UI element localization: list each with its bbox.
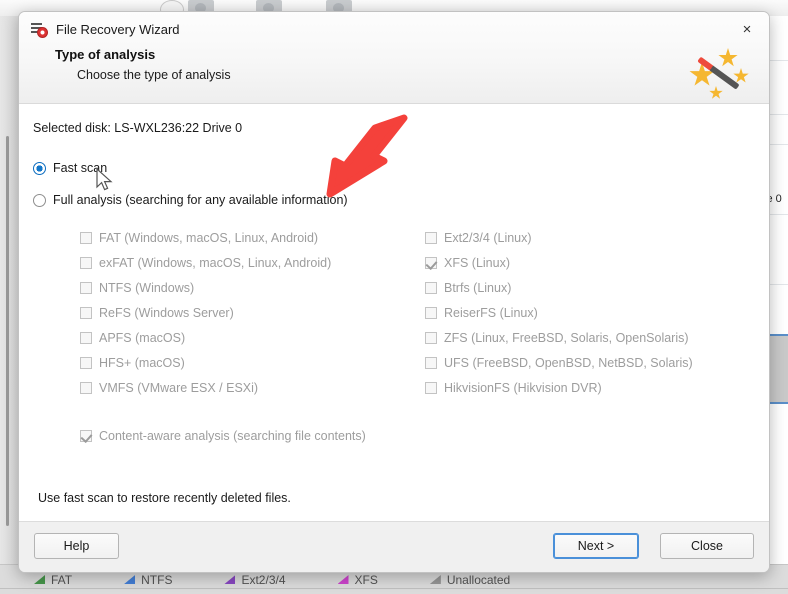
checkbox-exfat-box xyxy=(80,256,92,269)
dialog-header: File Recovery Wizard × Type of analysis … xyxy=(19,12,769,104)
checkbox-fat[interactable]: FAT (Windows, macOS, Linux, Android) xyxy=(80,225,425,250)
legend-item: Unallocated xyxy=(429,572,511,587)
checkbox-apfs[interactable]: APFS (macOS) xyxy=(80,325,425,350)
checkbox-ntfs[interactable]: NTFS (Windows) xyxy=(80,275,425,300)
background-scrollbar[interactable] xyxy=(6,136,9,526)
checkbox-zfs-box xyxy=(425,331,437,344)
legend-item: NTFS xyxy=(124,573,172,587)
checkbox-ext234-label: Ext2/3/4 (Linux) xyxy=(444,230,532,245)
checkbox-refs[interactable]: ReFS (Windows Server) xyxy=(80,300,425,325)
checkbox-content-aware-label: Content-aware analysis (searching file c… xyxy=(99,428,366,443)
checkbox-ext234[interactable]: Ext2/3/4 (Linux) xyxy=(425,225,755,250)
radio-fast-scan[interactable]: Fast scan xyxy=(33,161,755,175)
legend-swatch-icon xyxy=(224,575,236,584)
background-left-rail xyxy=(0,16,18,564)
checkbox-exfat-label: exFAT (Windows, macOS, Linux, Android) xyxy=(99,255,332,270)
checkbox-zfs-label: ZFS (Linux, FreeBSD, Solaris, OpenSolari… xyxy=(444,330,689,345)
dialog-titlebar: File Recovery Wizard xyxy=(19,12,769,38)
legend-divider xyxy=(0,588,788,589)
close-icon[interactable]: × xyxy=(725,12,769,46)
checkbox-ufs-label: UFS (FreeBSD, OpenBSD, NetBSD, Solaris) xyxy=(444,355,693,370)
checkbox-hikvisionfs-label: HikvisionFS (Hikvision DVR) xyxy=(444,380,602,395)
legend-swatch-icon xyxy=(429,575,441,584)
checkbox-btrfs-label: Btrfs (Linux) xyxy=(444,280,512,295)
checkbox-ntfs-box xyxy=(80,281,92,294)
checkbox-ufs-box xyxy=(425,356,437,369)
radio-fast-scan-label: Fast scan xyxy=(53,161,108,175)
legend-item: Ext2/3/4 xyxy=(224,572,286,587)
checkbox-zfs[interactable]: ZFS (Linux, FreeBSD, Solaris, OpenSolari… xyxy=(425,325,755,350)
next-button[interactable]: Next > xyxy=(553,533,639,559)
legend-label: Unallocated xyxy=(446,572,511,587)
legend-swatch-icon xyxy=(124,575,136,584)
checkbox-apfs-label: APFS (macOS) xyxy=(99,330,186,345)
checkbox-hikvisionfs[interactable]: HikvisionFS (Hikvision DVR) xyxy=(425,375,755,400)
checkbox-content-aware-analysis[interactable]: Content-aware analysis (searching file c… xyxy=(80,423,755,448)
checkbox-vmfs-box xyxy=(80,381,92,394)
checkbox-fat-box xyxy=(80,231,92,244)
selected-disk-label: Selected disk: LS-WXL236:22 Drive 0 xyxy=(33,121,243,135)
page-subtitle: Choose the type of analysis xyxy=(77,68,231,82)
file-recovery-wizard-dialog: File Recovery Wizard × Type of analysis … xyxy=(18,11,770,573)
checkbox-ntfs-label: NTFS (Windows) xyxy=(99,280,195,295)
dialog-title: File Recovery Wizard xyxy=(56,22,180,37)
checkbox-hfsplus-box xyxy=(80,356,92,369)
radio-full-analysis[interactable]: Full analysis (searching for any availab… xyxy=(33,193,755,207)
disk-recovery-icon xyxy=(31,22,48,38)
dialog-body: Selected disk: LS-WXL236:22 Drive 0 Fast… xyxy=(19,104,769,521)
hint-text: Use fast scan to restore recently delete… xyxy=(38,491,291,505)
checkbox-hfsplus[interactable]: HFS+ (macOS) xyxy=(80,350,425,375)
checkbox-xfs-label: XFS (Linux) xyxy=(444,255,510,270)
checkbox-btrfs[interactable]: Btrfs (Linux) xyxy=(425,275,755,300)
filesystem-column-left: FAT (Windows, macOS, Linux, Android) exF… xyxy=(80,225,425,400)
radio-fast-scan-indicator xyxy=(33,161,46,175)
checkbox-reiserfs-label: ReiserFS (Linux) xyxy=(444,305,538,320)
checkbox-apfs-box xyxy=(80,331,92,344)
magic-wand-icon xyxy=(689,48,751,100)
legend-label: Ext2/3/4 xyxy=(241,572,286,587)
checkbox-fat-label: FAT (Windows, macOS, Linux, Android) xyxy=(99,230,319,245)
checkbox-vmfs-label: VMFS (VMware ESX / ESXi) xyxy=(99,380,259,395)
filesystem-checkbox-grid: FAT (Windows, macOS, Linux, Android) exF… xyxy=(80,225,755,400)
checkbox-reiserfs-box xyxy=(425,306,437,319)
help-button[interactable]: Help xyxy=(34,533,119,559)
checkbox-hfsplus-label: HFS+ (macOS) xyxy=(99,355,185,370)
checkbox-hikvisionfs-box xyxy=(425,381,437,394)
filesystem-column-right: Ext2/3/4 (Linux) XFS (Linux) Btrfs (Linu… xyxy=(425,225,755,400)
checkbox-btrfs-box xyxy=(425,281,437,294)
checkbox-content-aware-box xyxy=(80,429,92,442)
dialog-footer: Help Next > Close xyxy=(19,521,769,572)
checkbox-ext234-box xyxy=(425,231,437,244)
legend-label: FAT xyxy=(51,572,73,587)
checkbox-refs-label: ReFS (Windows Server) xyxy=(99,305,234,320)
legend-label: XFS xyxy=(354,572,378,587)
checkbox-refs-box xyxy=(80,306,92,319)
legend-label: NTFS xyxy=(141,572,173,587)
radio-full-analysis-indicator xyxy=(33,193,46,207)
radio-full-analysis-label: Full analysis (searching for any availab… xyxy=(53,193,348,207)
checkbox-reiserfs[interactable]: ReiserFS (Linux) xyxy=(425,300,755,325)
legend-item: FAT xyxy=(34,573,72,587)
checkbox-vmfs[interactable]: VMFS (VMware ESX / ESXi) xyxy=(80,375,425,400)
checkbox-ufs[interactable]: UFS (FreeBSD, OpenBSD, NetBSD, Solaris) xyxy=(425,350,755,375)
checkbox-exfat[interactable]: exFAT (Windows, macOS, Linux, Android) xyxy=(80,250,425,275)
checkbox-xfs-box xyxy=(425,256,437,269)
page-title: Type of analysis xyxy=(55,47,156,62)
legend-item: XFS xyxy=(337,572,378,587)
close-button[interactable]: Close xyxy=(660,533,754,559)
checkbox-xfs[interactable]: XFS (Linux) xyxy=(425,250,755,275)
legend-swatch-icon xyxy=(34,575,45,584)
legend-swatch-icon xyxy=(337,575,349,584)
